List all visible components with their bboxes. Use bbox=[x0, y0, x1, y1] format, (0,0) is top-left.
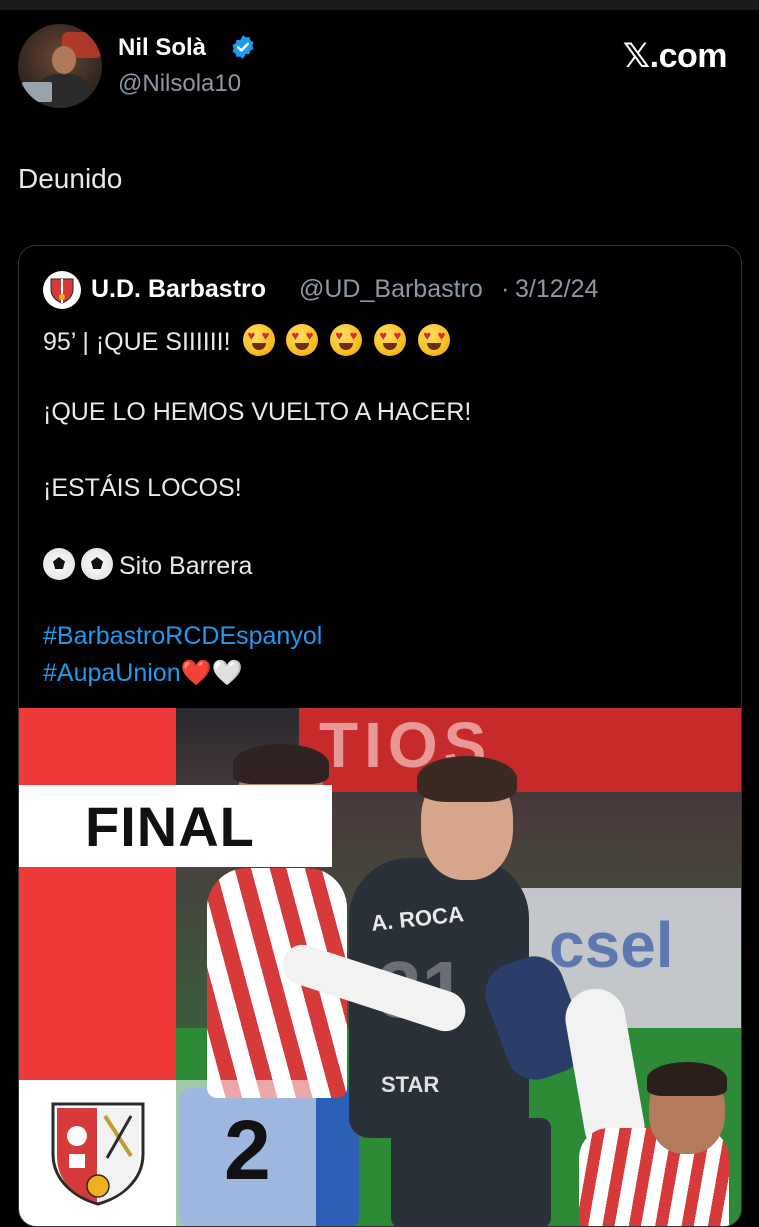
jersey-sponsor: STAR bbox=[381, 1072, 440, 1097]
quoted-line-score: 95’ | ¡QUE SIIIIII! bbox=[43, 324, 451, 357]
quoted-line-2: ¡QUE LO HEMOS VUELTO A HACER! bbox=[43, 398, 472, 426]
club-crest-icon bbox=[51, 1102, 145, 1206]
quoted-line1-text: 95’ | ¡QUE SIIIIII! bbox=[43, 328, 231, 356]
soccer-ball-icon bbox=[81, 548, 113, 580]
final-label: FINAL bbox=[85, 795, 255, 858]
heart-eyes-icon bbox=[286, 324, 319, 356]
red-heart-icon: ❤️ bbox=[180, 659, 212, 687]
advertising-board-text: csel bbox=[549, 909, 674, 981]
heart-eyes-icon bbox=[330, 324, 363, 356]
hashtag-link[interactable]: #BarbastroRCDEspanyol bbox=[43, 622, 322, 651]
player-hair bbox=[647, 1062, 727, 1096]
tweet-text: Deunido bbox=[18, 163, 123, 194]
quoted-author-avatar[interactable] bbox=[43, 271, 81, 309]
hashtag-line: #AupaUnion❤️🤍 bbox=[43, 659, 243, 688]
verified-badge-icon bbox=[232, 35, 254, 59]
player-hair bbox=[233, 744, 329, 784]
quoted-tweet-card[interactable]: U.D. Barbastro @UD_Barbastro · 3/12/24 9… bbox=[18, 245, 742, 1227]
quoted-line-3: ¡ESTÁIS LOCOS! bbox=[43, 474, 242, 502]
heart-eyes-icon bbox=[374, 324, 407, 356]
quoted-author-name[interactable]: U.D. Barbastro bbox=[91, 275, 266, 304]
quoted-date[interactable]: 3/12/24 bbox=[515, 275, 598, 304]
meta-separator: · bbox=[501, 275, 510, 303]
soccer-ball-icon bbox=[43, 548, 75, 580]
player-hair bbox=[417, 756, 517, 802]
author-avatar[interactable] bbox=[18, 24, 102, 108]
author-name[interactable]: Nil Solà bbox=[118, 34, 206, 62]
scorer-name: Sito Barrera bbox=[119, 552, 253, 580]
hashtag-link[interactable]: #AupaUnion bbox=[43, 659, 181, 687]
white-heart-icon: 🤍 bbox=[211, 659, 243, 687]
author-handle[interactable]: @Nilsola10 bbox=[118, 70, 241, 98]
heart-eyes-icon bbox=[418, 324, 451, 356]
x-logo-site[interactable]: 𝕏.com bbox=[623, 36, 728, 76]
match-result-image[interactable]: TIOS csel A. ROCA 31 STAR FINAL bbox=[19, 708, 741, 1226]
heart-eyes-icon bbox=[242, 324, 275, 356]
club-crest-icon bbox=[50, 278, 74, 304]
top-bar bbox=[0, 0, 759, 10]
score-value: 2 bbox=[224, 1103, 271, 1197]
quoted-line-scorer: Sito Barrera bbox=[43, 548, 252, 581]
graphic-red-panel bbox=[19, 708, 176, 1080]
quoted-author-handle[interactable]: @UD_Barbastro bbox=[299, 275, 483, 304]
